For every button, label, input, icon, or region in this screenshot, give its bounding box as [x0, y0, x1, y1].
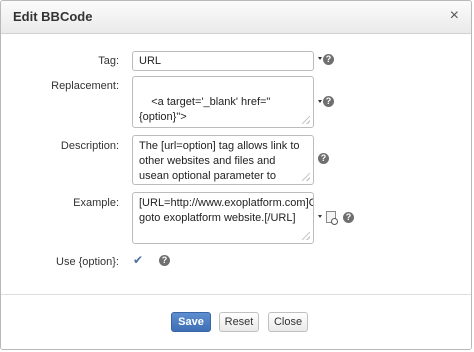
- dialog-titlebar: Edit BBCode ×: [1, 1, 471, 34]
- replacement-label: Replacement:: [51, 80, 119, 92]
- example-label: Example:: [73, 197, 119, 209]
- resize-grip-icon[interactable]: [302, 232, 310, 240]
- description-text: The [url=option] tag allows link to othe…: [139, 140, 300, 182]
- use-option-label: Use {option}:: [56, 256, 119, 268]
- use-option-checkbox[interactable]: ✔: [133, 254, 145, 266]
- dropdown-caret-icon[interactable]: [318, 100, 322, 103]
- help-icon[interactable]: ?: [318, 153, 329, 164]
- tag-input[interactable]: URL: [132, 51, 314, 71]
- help-icon[interactable]: ?: [343, 212, 354, 223]
- dropdown-caret-icon[interactable]: [318, 57, 322, 60]
- example-text: [URL=http://www.exoplatform.com]Click go…: [139, 197, 314, 224]
- help-icon[interactable]: ?: [323, 54, 334, 65]
- resize-grip-icon[interactable]: [302, 116, 310, 124]
- example-textarea[interactable]: [URL=http://www.exoplatform.com]Click go…: [132, 192, 314, 244]
- dialog-title: Edit BBCode: [13, 9, 93, 24]
- close-button[interactable]: Close: [268, 312, 308, 332]
- resize-grip-icon[interactable]: [302, 173, 310, 181]
- help-icon[interactable]: ?: [159, 255, 170, 266]
- replacement-textarea[interactable]: <a target='_blank' href="{option}"> {par…: [132, 76, 314, 128]
- tag-label: Tag:: [98, 55, 119, 67]
- replacement-text: <a target='_blank' href="{option}"> {par…: [139, 96, 271, 127]
- description-textarea[interactable]: The [url=option] tag allows link to othe…: [132, 135, 314, 185]
- close-icon[interactable]: ×: [450, 8, 459, 24]
- reset-button[interactable]: Reset: [219, 312, 259, 332]
- preview-icon[interactable]: [326, 211, 338, 225]
- help-icon[interactable]: ?: [323, 96, 334, 107]
- save-button[interactable]: Save: [171, 312, 211, 332]
- description-label: Description:: [60, 140, 119, 152]
- edit-bbcode-dialog: Edit BBCode × Tag: URL ? Replacement: <a…: [0, 0, 472, 350]
- dropdown-caret-icon[interactable]: [318, 215, 322, 218]
